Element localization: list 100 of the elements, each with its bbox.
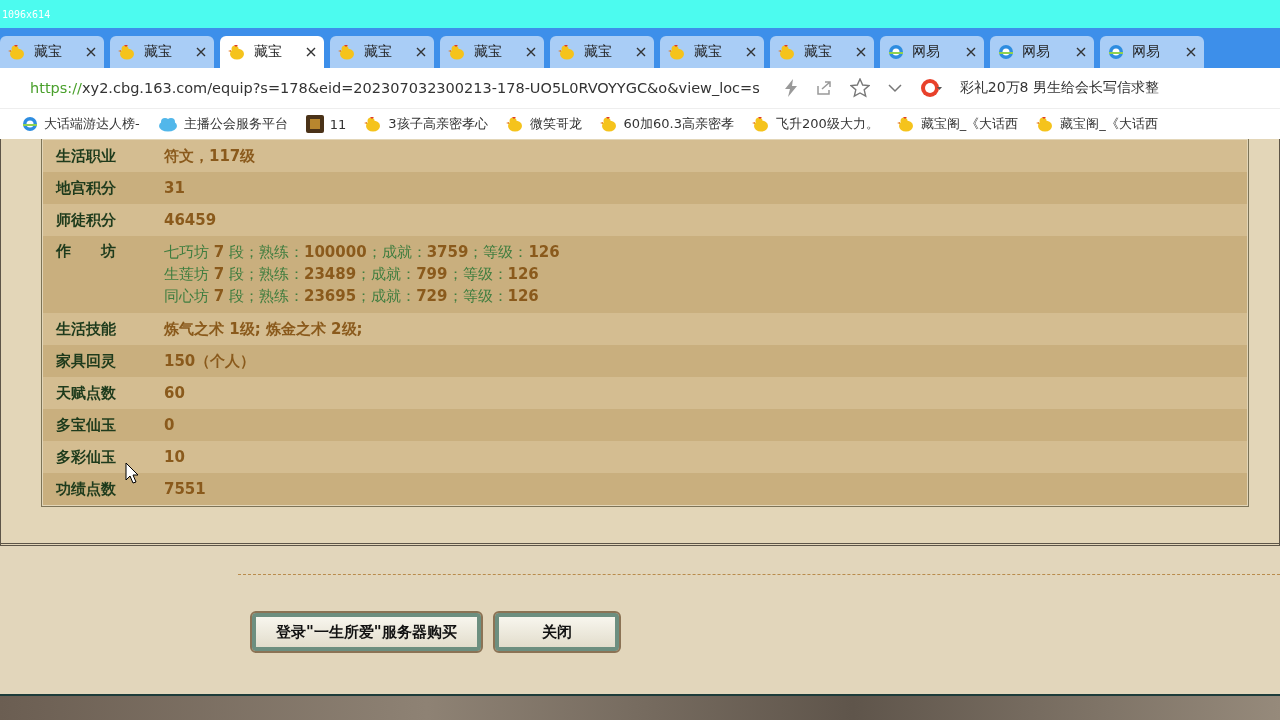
- bookmark-title: 飞升200级大力。: [776, 115, 879, 133]
- chick-icon: [752, 116, 771, 132]
- bookmark-title: 主播公会服务平台: [183, 115, 288, 133]
- bookmark-item[interactable]: 主播公会服务平台: [157, 115, 288, 133]
- bookmark-item[interactable]: 3孩子高亲密孝心: [364, 115, 488, 133]
- bookmark-item[interactable]: 藏宝阁_《大话西: [1036, 115, 1158, 133]
- tab-title: 藏宝: [804, 43, 833, 61]
- row-value: 七巧坊 7 段；熟练：100000；成就：3759；等级：126: [164, 242, 560, 263]
- tab-title: 藏宝: [474, 43, 503, 61]
- browser-tab[interactable]: 网易: [880, 36, 984, 68]
- chick-icon: [118, 44, 136, 60]
- lightning-icon[interactable]: [783, 79, 798, 97]
- close-icon[interactable]: [636, 47, 646, 57]
- row-label: 多宝仙玉: [55, 415, 117, 435]
- chick-icon: [448, 44, 466, 60]
- chick-icon: [599, 116, 618, 132]
- row-label: 作 坊: [55, 242, 117, 261]
- row-value: 7551: [164, 480, 206, 498]
- row-value: 生莲坊 7 段；熟练：23489；成就：799；等级：126: [164, 264, 540, 285]
- globe-icon: [998, 44, 1014, 60]
- bookmark-title: 60加60.3高亲密孝: [623, 115, 735, 133]
- row-value: 46459: [164, 211, 217, 229]
- browser-tab[interactable]: 藏宝: [550, 36, 654, 68]
- browser-tab[interactable]: 藏宝: [110, 36, 214, 68]
- share-icon[interactable]: [815, 80, 832, 96]
- row-value: 炼气之术 1级; 炼金之术 2级;: [164, 319, 363, 339]
- tab-title: 网易: [1132, 43, 1161, 61]
- chevron-down-icon[interactable]: [887, 83, 902, 93]
- bookmark-title: 大话端游达人榜-: [44, 115, 140, 133]
- row-value: 10: [164, 448, 185, 466]
- chick-icon: [896, 116, 915, 132]
- close-icon[interactable]: [306, 47, 316, 57]
- chick-icon: [338, 44, 356, 60]
- close-icon[interactable]: [856, 47, 866, 57]
- chick-icon: [364, 116, 383, 132]
- row-value: 150（个人）: [164, 351, 256, 371]
- browser-tab[interactable]: 藏宝: [770, 36, 874, 68]
- search-engine-icon[interactable]: [919, 78, 942, 98]
- bookmark-item[interactable]: 大话端游达人榜-: [22, 115, 140, 133]
- row-label: 天赋点数: [55, 383, 117, 403]
- bookmark-title: 11: [329, 116, 347, 132]
- tab-title: 藏宝: [34, 43, 63, 61]
- tab-title: 藏宝: [254, 43, 283, 61]
- address-field[interactable]: https://xy2.cbg.163.com/equip?s=178&eid=202307032300213-178-UO5L0RVOYYGC&o&view_loc=s: [30, 80, 760, 96]
- star-icon[interactable]: [849, 78, 870, 98]
- row-value: 符文，117级: [164, 146, 256, 166]
- tab-title: 网易: [1022, 43, 1051, 61]
- browser-tab[interactable]: 网易: [1100, 36, 1204, 68]
- browser-tab[interactable]: 网易: [990, 36, 1094, 68]
- bookmark-item[interactable]: 60加60.3高亲密孝: [599, 115, 735, 133]
- browser-tab[interactable]: 藏宝: [440, 36, 544, 68]
- game-icon: [305, 115, 324, 133]
- bookmark-title: 藏宝阁_《大话西: [920, 115, 1019, 133]
- bookmark-item[interactable]: 藏宝阁_《大话西: [896, 115, 1019, 133]
- cloud-icon: [157, 116, 178, 132]
- row-value: 同心坊 7 段；熟练：23695；成就：729；等级：126: [164, 286, 540, 307]
- browser-tab[interactable]: 藏宝: [220, 36, 324, 68]
- close-icon[interactable]: [196, 47, 206, 57]
- scroll-button[interactable]: 登录"一生所爱"服务器购买: [252, 613, 481, 651]
- close-icon[interactable]: [526, 47, 536, 57]
- news-ticker[interactable]: 彩礼20万8 男生给会长写信求整: [959, 79, 1159, 97]
- scroll-button[interactable]: 关闭: [494, 613, 619, 651]
- chick-icon: [505, 116, 524, 132]
- globe-icon: [22, 116, 38, 132]
- row-label: 地宫积分: [54, 178, 117, 198]
- row-value: 60: [164, 384, 185, 402]
- chick-icon: [1036, 116, 1055, 132]
- close-icon[interactable]: [1076, 47, 1086, 57]
- browser-tab[interactable]: 藏宝: [330, 36, 434, 68]
- chick-icon: [668, 44, 686, 60]
- row-label: 师徒积分: [55, 210, 117, 230]
- row-value: 0: [164, 416, 175, 434]
- row-label: 功绩点数: [55, 479, 117, 499]
- tab-title: 藏宝: [694, 43, 723, 61]
- row-label: 生活技能: [54, 319, 117, 339]
- tab-title: 藏宝: [144, 43, 173, 61]
- chick-icon: [558, 44, 576, 60]
- browser-tab[interactable]: 藏宝: [0, 36, 104, 68]
- mouse-pointer-icon: [125, 462, 139, 484]
- close-icon[interactable]: [416, 47, 426, 57]
- chick-icon: [8, 44, 26, 60]
- chick-icon: [778, 44, 796, 60]
- close-icon[interactable]: [1186, 47, 1196, 57]
- row-label: 生活职业: [54, 146, 117, 166]
- chick-icon: [228, 44, 246, 60]
- row-label: 多彩仙玉: [55, 447, 117, 467]
- bookmark-title: 3孩子高亲密孝心: [388, 115, 488, 133]
- tab-title: 藏宝: [364, 43, 393, 61]
- window-size-label: 1096x614: [1, 8, 51, 20]
- bookmark-item[interactable]: 飞升200级大力。: [752, 115, 879, 133]
- bookmark-item[interactable]: 微笑哥龙: [505, 115, 582, 133]
- browser-tab[interactable]: 藏宝: [660, 36, 764, 68]
- close-icon[interactable]: [746, 47, 756, 57]
- tab-title: 藏宝: [584, 43, 613, 61]
- close-icon[interactable]: [86, 47, 96, 57]
- bookmark-title: 微笑哥龙: [529, 115, 582, 133]
- close-icon[interactable]: [966, 47, 976, 57]
- row-value: 31: [164, 179, 185, 197]
- bookmark-title: 藏宝阁_《大话西: [1060, 115, 1158, 133]
- bookmark-item[interactable]: 11: [305, 115, 347, 133]
